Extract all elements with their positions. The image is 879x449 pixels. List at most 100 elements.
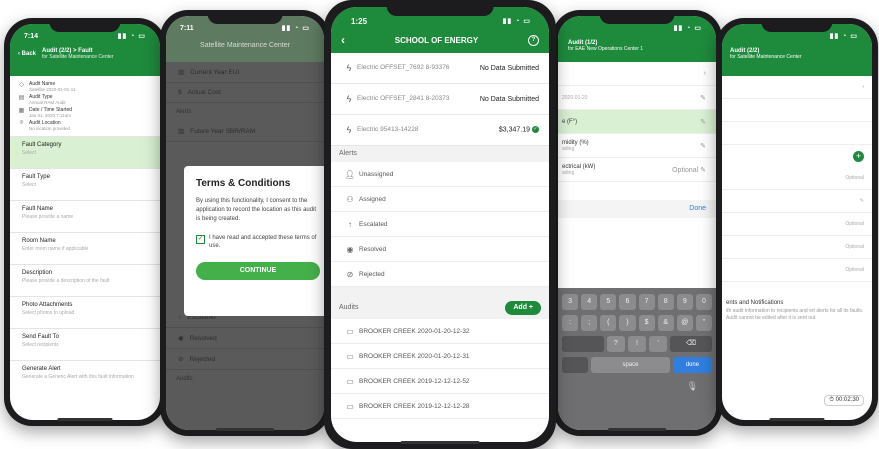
alert-resolved[interactable]: ◉ Resolved: [331, 237, 549, 262]
key[interactable]: ;: [581, 315, 598, 331]
audit-info: ◇ Audit Name Satellite 2020-01-01-11 ▤ Audi…: [10, 76, 160, 137]
audit-row[interactable]: ▭ BROOKER CREEK 2020-01-20-12-32: [331, 319, 549, 344]
meter-row[interactable]: ϟ Electric OFFSET_2841 8-20373 No Data S…: [331, 84, 549, 115]
key-row: 3 4 5 6 7 8 9 0: [562, 294, 712, 310]
key[interactable]: ': [649, 336, 668, 352]
check-badge-icon: ✓: [532, 126, 539, 134]
cancel-icon: ⊘: [178, 356, 184, 363]
space-key[interactable]: space: [591, 357, 670, 373]
key[interactable]: :: [562, 315, 579, 331]
key[interactable]: @: [676, 315, 693, 331]
cancel-icon: ⊘: [346, 269, 354, 279]
description-field[interactable]: Description Please provide a description …: [10, 265, 160, 297]
page-subtitle: for Satellite Maintenance Center: [42, 54, 114, 60]
lightning-icon: ϟ: [346, 94, 352, 104]
info-item: ◇ Audit Name Satellite 2020-01-01-11: [19, 81, 76, 92]
backspace-key-icon[interactable]: ⌫: [670, 336, 712, 352]
phone-school-overview: 1:25 ▮▮ ◔ ▭ ‹ SCHOOL OF ENERGY ? ϟ Elect…: [324, 0, 556, 449]
generate-alert-field[interactable]: Generate Alert Generate a Generic Alert w…: [10, 361, 160, 392]
back-button[interactable]: ‹: [341, 33, 345, 47]
dialog-title: Terms & Conditions: [196, 178, 291, 189]
notch: [207, 10, 283, 24]
key[interactable]: [562, 357, 589, 373]
home-indicator: [769, 418, 825, 421]
key[interactable]: ): [619, 315, 636, 331]
notch: [386, 0, 494, 16]
done-key[interactable]: done: [672, 357, 712, 373]
room-name-field[interactable]: Room Name Enter room name if applicable: [10, 233, 160, 265]
audit-row[interactable]: ▭ BROOKER CREEK 2019-12-12-12-52: [331, 369, 549, 394]
checkmark-icon[interactable]: ✓: [196, 235, 205, 244]
key[interactable]: !: [627, 336, 647, 352]
form-row[interactable]: ›: [558, 62, 716, 86]
accept-terms-checkbox[interactable]: ✓ I have read and accepted these terms o…: [196, 234, 320, 250]
form-row[interactable]: Optional: [722, 236, 872, 259]
send-fault-to-field[interactable]: Send Fault To Select recipients: [10, 329, 160, 361]
info-item: ⌾ Audit Location No location provided: [19, 120, 71, 131]
key[interactable]: 5: [600, 294, 617, 310]
key[interactable]: (: [600, 315, 617, 331]
audits-section-header: Audits Add +: [331, 297, 549, 319]
section-title: ents and Notifications: [726, 300, 784, 306]
page-subtitle: for Satellite Maintenance Center: [730, 54, 802, 60]
meter-row[interactable]: ϟ Electric OFFSET_7692 8-93376 No Data S…: [331, 53, 549, 84]
key[interactable]: $: [638, 315, 655, 331]
phone-audit-keyboard: ▮▮ ◔ ▭ Audit (1/2) for EAE New Operation…: [552, 10, 722, 436]
list-item: ◉ Resolved: [166, 328, 324, 349]
photo-attachments-field[interactable]: Photo Attachments Select photos to upload: [10, 297, 160, 329]
audit-row[interactable]: ▭ BROOKER CREEK 2020-01-20-12-31: [331, 344, 549, 369]
temperature-row[interactable]: e (F°) ✎: [558, 110, 716, 134]
microphone-icon[interactable]: 🎙︎: [562, 381, 712, 392]
audit-row[interactable]: ▭ BROOKER CREEK 2019-12-12-12-28: [331, 394, 549, 419]
humidity-row[interactable]: midity (%) ading ✎: [558, 134, 716, 158]
help-icon[interactable]: ?: [527, 34, 539, 46]
key[interactable]: ": [695, 315, 712, 331]
list-item: ▥ Future Year SBR/RAM: [166, 121, 324, 142]
fault-name-field[interactable]: Fault Name Please provide a name: [10, 201, 160, 233]
form-row[interactable]: 2020-01-20 ✎: [558, 86, 716, 110]
signal-icon: ▮▮ ◔ ▭: [117, 33, 146, 40]
key[interactable]: 3: [562, 294, 579, 310]
form-row[interactable]: Optional: [722, 259, 872, 282]
alert-assigned[interactable]: ⚇ Assigned: [331, 187, 549, 212]
meter-row[interactable]: ϟ Electric 95413-14228 $3,347.19 ✓: [331, 115, 549, 146]
key[interactable]: 6: [619, 294, 636, 310]
add-icon[interactable]: +: [853, 150, 864, 162]
terms-dialog: Terms & Conditions By using this functio…: [184, 166, 324, 316]
key[interactable]: 4: [581, 294, 598, 310]
alert-unassigned[interactable]: 👤︎ Unassigned: [331, 162, 549, 187]
signal-icon: ▮▮ ◔ ▭: [281, 25, 310, 32]
home-indicator: [400, 441, 480, 444]
key[interactable]: [562, 336, 604, 352]
key[interactable]: 7: [638, 294, 655, 310]
key[interactable]: 9: [676, 294, 693, 310]
alert-escalated[interactable]: ↑ Escalated: [331, 212, 549, 237]
done-button[interactable]: Done: [689, 205, 706, 212]
info-item: ▦ Date / Time Started Jan 01, 2020 7:11am: [18, 107, 73, 118]
form-row[interactable]: ✎: [722, 190, 872, 213]
add-audit-button[interactable]: Add +: [505, 301, 541, 315]
clock: 7:14: [24, 32, 39, 40]
list-item: $ Actual Cost: [166, 83, 324, 103]
form-row[interactable]: Optional: [722, 167, 872, 190]
back-button[interactable]: ‹ Back: [18, 51, 36, 57]
key[interactable]: ?: [606, 336, 625, 352]
key[interactable]: 8: [657, 294, 674, 310]
fault-category-field[interactable]: Fault Category Select: [10, 137, 160, 169]
checkbox-label: I have read and accepted these terms of …: [209, 235, 317, 249]
phone-terms-dialog: 7:11 ▮▮ ◔ ▭ Satellite Maintenance Center…: [160, 10, 330, 436]
electrical-row[interactable]: ectrical (kW) ading Optional ✎: [558, 158, 716, 182]
signal-icon: ▮▮ ◔ ▭: [829, 33, 858, 40]
form-row[interactable]: Optional: [722, 213, 872, 236]
key[interactable]: &: [657, 315, 674, 331]
nav-bar: Audit (2/2) for Satellite Maintenance Ce…: [722, 42, 872, 60]
alert-rejected[interactable]: ⊘ Rejected: [331, 262, 549, 287]
edit-icon: ✎: [700, 142, 706, 150]
phone-audit-summary: ▮▮ ◔ ▭ Audit (2/2) for Satellite Mainten…: [716, 18, 878, 426]
calendar-icon: ▦: [18, 108, 25, 114]
screen: 7:11 ▮▮ ◔ ▭ Satellite Maintenance Center…: [166, 16, 324, 430]
clipboard-icon: ▤: [18, 95, 25, 101]
key[interactable]: 0: [695, 294, 712, 310]
fault-type-field[interactable]: Fault Type Select: [10, 169, 160, 201]
continue-button[interactable]: CONTINUE: [196, 262, 320, 280]
